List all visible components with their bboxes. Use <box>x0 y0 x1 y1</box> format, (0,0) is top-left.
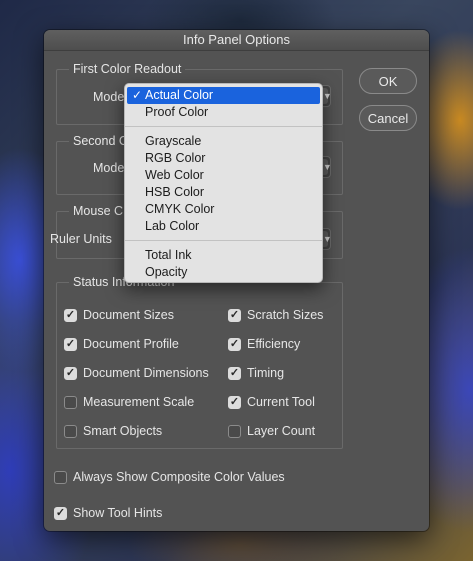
menu-item-web-color[interactable]: Web Color <box>125 167 322 184</box>
menu-item-grayscale[interactable]: Grayscale <box>125 133 322 150</box>
menu-item-total-ink[interactable]: Total Ink <box>125 247 322 264</box>
checkmark-icon[interactable]: ✓ <box>64 366 77 380</box>
checkmark-icon[interactable]: ✓ <box>228 395 241 409</box>
checkbox-empty[interactable] <box>54 470 67 484</box>
checkmark-icon[interactable]: ✓ <box>64 337 77 351</box>
menu-item-hsb-color[interactable]: HSB Color <box>125 184 322 201</box>
second-color-legend: Second C <box>69 134 132 148</box>
color-mode-dropdown-menu: ✓ Actual Color Proof Color Grayscale RGB… <box>124 83 323 283</box>
checkbox-label: Smart Objects <box>83 424 163 438</box>
status-layer-count[interactable]: Layer Count <box>228 424 315 438</box>
ruler-units-label: Ruler Units <box>50 232 112 246</box>
status-smart-objects[interactable]: Smart Objects <box>64 424 162 438</box>
checkmark-icon[interactable]: ✓ <box>228 337 241 351</box>
checkmark-icon[interactable]: ✓ <box>228 308 241 322</box>
checkbox-label: Layer Count <box>247 424 316 438</box>
ok-button[interactable]: OK <box>359 68 417 94</box>
checkbox-label: Scratch Sizes <box>247 308 324 322</box>
menu-item-actual-color[interactable]: ✓ Actual Color <box>127 87 320 104</box>
menu-item-rgb-color[interactable]: RGB Color <box>125 150 322 167</box>
checkbox-empty[interactable] <box>228 424 241 438</box>
show-tool-hints-option[interactable]: ✓ Show Tool Hints <box>54 506 162 520</box>
menu-item-opacity[interactable]: Opacity <box>125 264 322 281</box>
status-document-profile[interactable]: ✓ Document Profile <box>64 337 179 351</box>
checkbox-label: Current Tool <box>247 395 315 409</box>
dialog-title: Info Panel Options <box>44 30 429 51</box>
menu-separator <box>125 240 322 241</box>
menu-item-lab-color[interactable]: Lab Color <box>125 218 322 235</box>
menu-separator <box>125 126 322 127</box>
mouse-coordinates-legend: Mouse C <box>69 204 128 218</box>
status-document-dimensions[interactable]: ✓ Document Dimensions <box>64 366 209 380</box>
status-document-sizes[interactable]: ✓ Document Sizes <box>64 308 174 322</box>
cancel-button[interactable]: Cancel <box>359 105 417 131</box>
status-measurement-scale[interactable]: Measurement Scale <box>64 395 194 409</box>
checkbox-empty[interactable] <box>64 424 77 438</box>
status-efficiency[interactable]: ✓ Efficiency <box>228 337 300 351</box>
always-show-composite-option[interactable]: Always Show Composite Color Values <box>54 470 285 484</box>
checkmark-icon[interactable]: ✓ <box>64 308 77 322</box>
status-current-tool[interactable]: ✓ Current Tool <box>228 395 315 409</box>
checkbox-label: Document Sizes <box>83 308 175 322</box>
status-scratch-sizes[interactable]: ✓ Scratch Sizes <box>228 308 323 322</box>
checkbox-label: Measurement Scale <box>83 395 195 409</box>
checkbox-empty[interactable] <box>64 395 77 409</box>
checkbox-label: Document Dimensions <box>83 366 209 380</box>
first-color-mode-label: Mode: <box>93 90 128 104</box>
checkbox-label: Timing <box>247 366 285 380</box>
menu-item-proof-color[interactable]: Proof Color <box>125 104 322 121</box>
menu-item-cmyk-color[interactable]: CMYK Color <box>125 201 322 218</box>
menu-item-label: Actual Color <box>145 88 214 102</box>
checkbox-label: Show Tool Hints <box>73 506 163 520</box>
checkbox-label: Always Show Composite Color Values <box>73 470 285 484</box>
checkbox-label: Efficiency <box>247 337 301 351</box>
checkmark-icon[interactable]: ✓ <box>54 506 67 520</box>
first-color-legend: First Color Readout <box>69 62 186 76</box>
checkmark-icon[interactable]: ✓ <box>228 366 241 380</box>
checkmark-icon: ✓ <box>132 88 143 102</box>
checkbox-label: Document Profile <box>83 337 179 351</box>
second-color-mode-label: Mode: <box>93 161 128 175</box>
status-timing[interactable]: ✓ Timing <box>228 366 284 380</box>
